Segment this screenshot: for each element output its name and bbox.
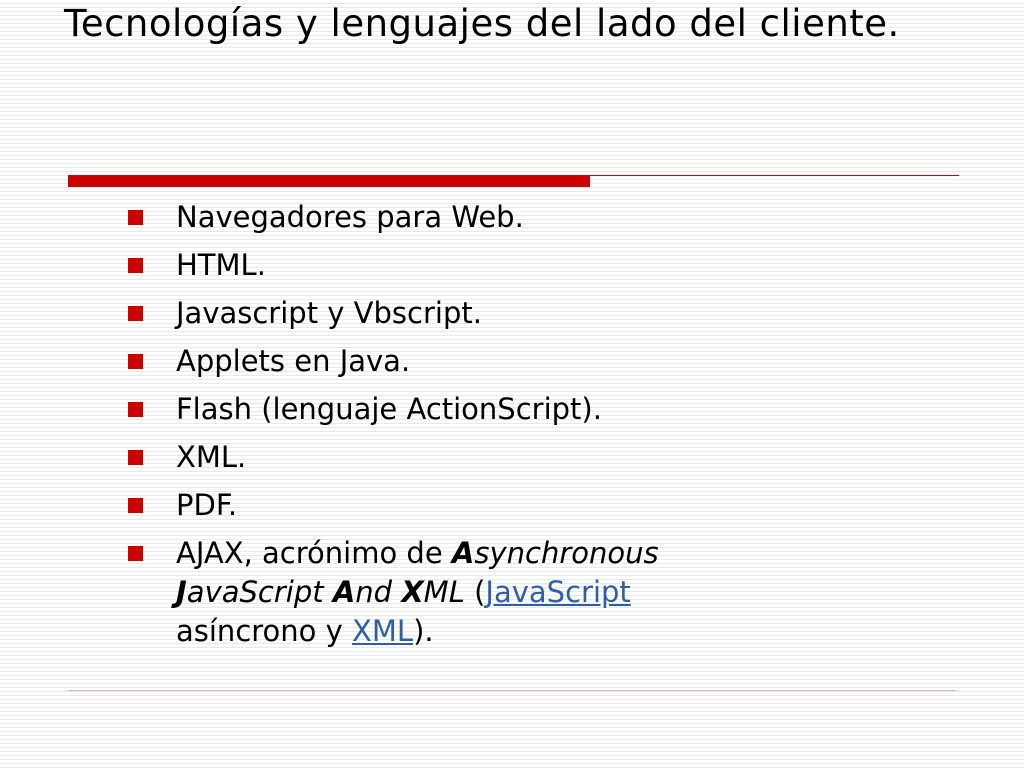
slide-title: Tecnologías y lenguajes del lado del cli… <box>64 2 900 45</box>
bullet-item-javascript: Javascript y Vbscript. <box>128 294 828 333</box>
bullet-list: Navegadores para Web. HTML. Javascript y… <box>128 198 828 660</box>
square-bullet-icon <box>128 450 143 465</box>
square-bullet-icon <box>128 210 143 225</box>
javascript-link[interactable]: JavaScript <box>485 575 630 609</box>
ajax-middle-text: asíncrono y <box>176 614 353 648</box>
ajax-word-and: nd <box>355 575 393 609</box>
bullet-item-applets: Applets en Java. <box>128 342 828 381</box>
bullet-text: Javascript y Vbscript. <box>176 296 482 330</box>
bullet-text: Flash (lenguaje ActionScript). <box>176 392 602 426</box>
title-divider-thick <box>68 175 590 187</box>
square-bullet-icon <box>128 402 143 417</box>
square-bullet-icon <box>128 306 143 321</box>
ajax-letter-and: A <box>332 575 356 609</box>
bullet-item-ajax: AJAX, acrónimo de Asynchronous JavaScript… <box>128 534 828 651</box>
bullet-item-pdf: PDF. <box>128 486 828 525</box>
ajax-word-xml: ML <box>423 575 465 609</box>
bullet-item-navegadores: Navegadores para Web. <box>128 198 828 237</box>
bullet-text: XML. <box>176 440 247 474</box>
ajax-word-synchronous: synchronous <box>474 536 659 570</box>
square-bullet-icon <box>128 546 143 561</box>
bullet-item-flash: Flash (lenguaje ActionScript). <box>128 390 828 429</box>
square-bullet-icon <box>128 354 143 369</box>
ajax-letter-a: A <box>451 536 475 570</box>
bottom-divider <box>68 690 956 691</box>
xml-link[interactable]: XML <box>352 614 413 648</box>
ajax-close-text: ). <box>413 614 434 648</box>
bullet-text: HTML. <box>176 248 266 282</box>
square-bullet-icon <box>128 498 143 513</box>
ajax-prefix: AJAX, acrónimo de <box>176 536 452 570</box>
ajax-word-javascript: avaScript <box>186 575 324 609</box>
bullet-text: PDF. <box>176 488 238 522</box>
square-bullet-icon <box>128 258 143 273</box>
bullet-item-html: HTML. <box>128 246 828 285</box>
bullet-item-xml: XML. <box>128 438 828 477</box>
bullet-text: Applets en Java. <box>176 344 411 378</box>
ajax-letter-x: X <box>401 575 424 609</box>
ajax-open-paren: ( <box>464 575 486 609</box>
bullet-text: Navegadores para Web. <box>176 200 524 234</box>
ajax-letter-j: J <box>176 575 187 609</box>
